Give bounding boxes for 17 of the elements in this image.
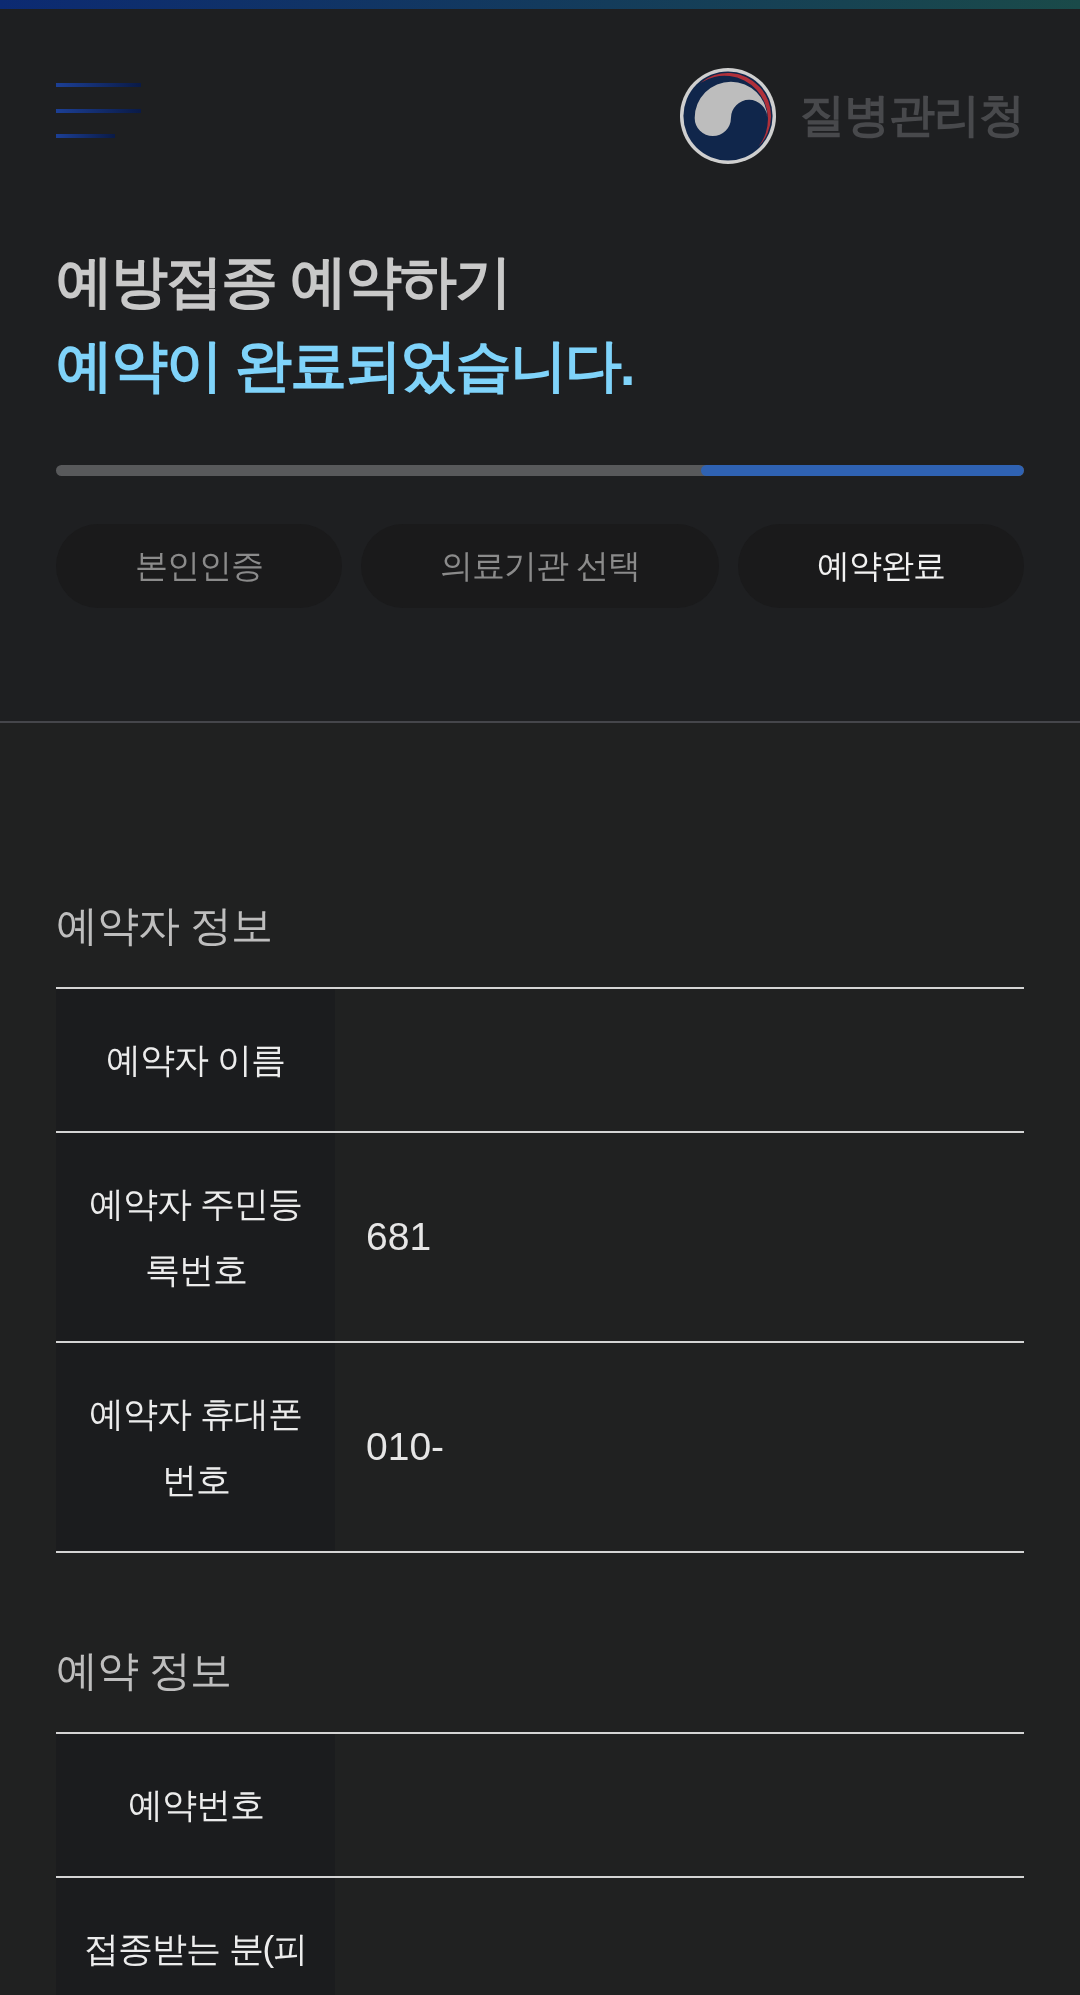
menu-button[interactable] bbox=[56, 82, 141, 138]
table-cell-text: 681 bbox=[365, 1214, 432, 1260]
row-header-cell: 예약자 휴대폰 번호 bbox=[56, 1343, 335, 1551]
table-cell-text: 010- bbox=[365, 1424, 445, 1470]
step-pill: 예약완료 bbox=[738, 524, 1024, 608]
menu-icon bbox=[56, 82, 141, 138]
row-header-cell: 예약번호 bbox=[56, 1734, 335, 1876]
status-message: 예약이 완료되었습니다. bbox=[56, 332, 635, 399]
section-title: 예약자 정보 bbox=[56, 901, 273, 951]
row-header-cell: 예약자 주민등록번호 bbox=[56, 1133, 335, 1341]
row-header-cell: 접종받는 분(피 bbox=[56, 1878, 335, 1995]
step-pill: 의료기관 선택 bbox=[360, 524, 720, 608]
row-header-cell: 예약자 이름 bbox=[56, 989, 335, 1131]
emblem-icon bbox=[679, 67, 777, 165]
step-pill: 본인인증 bbox=[56, 524, 342, 608]
section-title: 예약 정보 bbox=[56, 1646, 232, 1696]
page-title: 예방접종 예약하기 bbox=[56, 248, 511, 315]
